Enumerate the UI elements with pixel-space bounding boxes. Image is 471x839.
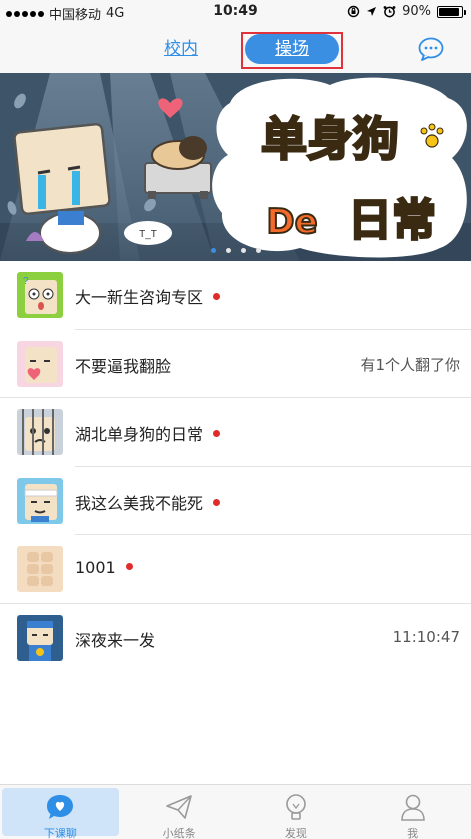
alarm-clock-icon [383,6,396,18]
tab-chat[interactable]: 下课聊 [2,788,119,839]
tab-me[interactable]: 我 [354,785,471,839]
tab-label: 发现 [284,827,307,839]
paper-plane-icon [164,792,194,822]
unread-dot-icon [213,498,221,506]
tab-campus[interactable]: 校内 [150,34,212,64]
superhero-avatar [17,614,63,661]
chat-room-name: 湖北单身狗的日常 [75,425,204,444]
chat-room-name: 1001 [75,558,116,577]
chat-room-meta: 有1个人翻了你 [360,355,460,374]
tab-label: 我 [407,827,419,839]
status-bar: 中国移动 4G 10:49 90% [0,0,471,24]
banner-emoticon: T_T [139,229,157,240]
heart-face-avatar [17,340,63,387]
chat-room-name: 深夜来一发 [75,630,156,650]
banner-title-main: 单身狗 [261,112,399,166]
page-dot[interactable] [240,248,246,253]
message-bubble-icon[interactable] [418,37,444,61]
tab-notes[interactable]: 小纸条 [121,785,238,839]
tab-label: 小纸条 [162,827,196,839]
page-dot[interactable] [210,248,216,253]
person-icon [398,792,428,822]
chat-room-name: 大一新生咨询专区 [75,288,204,307]
battery-icon [437,5,466,18]
chat-room-row[interactable]: 湖北单身狗的日常 [0,398,471,467]
page-dot[interactable] [255,248,261,253]
chat-heart-icon [45,792,75,822]
battery-percent: 90% [402,4,431,19]
chat-room-name: 不要逼我翻脸 [75,356,172,376]
tab-label: 下课聊 [43,827,77,839]
chat-room-row[interactable]: 深夜来一发 11:10:47 [0,604,471,673]
chat-room-row[interactable]: ? 大一新生咨询专区 [0,261,471,330]
chat-room-row[interactable]: 不要逼我翻脸 有1个人翻了你 [0,330,471,398]
rotation-lock-icon [347,5,360,18]
chat-room-row[interactable]: 我这么美我不能死 [0,467,471,535]
svg-text:?: ? [23,276,29,287]
unread-dot-icon [213,293,221,300]
promo-banner[interactable]: T_T 单身狗 De 日常 [0,73,471,261]
tab-discover[interactable]: 发现 [238,785,355,839]
banner-illustration: T_T 单身狗 De 日常 [0,73,471,261]
top-navigation: 校内 操场 [0,24,471,73]
chat-room-row[interactable]: 1001 [0,535,471,604]
shocked-face-avatar: ? [17,272,63,318]
banner-title-sub: 日常 [348,195,436,246]
lightbulb-icon [281,792,311,822]
chat-room-list: ? 大一新生咨询专区 不要逼我翻脸 有1个人翻了你湖北单身狗的日常 我这么美我不能死 10… [0,261,471,672]
location-arrow-icon [367,7,377,16]
banner-title-latin: De [266,202,317,242]
caged-face-avatar [17,409,63,455]
unread-dot-icon [125,563,133,570]
tab-playground[interactable]: 操场 [245,34,339,64]
chat-room-name: 我这么美我不能死 [75,493,204,513]
banner-page-indicator[interactable] [0,248,471,253]
bottom-tab-bar: 下课聊 小纸条 发现 我 [0,784,471,839]
chat-room-meta: 11:10:47 [392,627,460,646]
unread-dot-icon [213,430,221,437]
page-dot[interactable] [225,248,231,253]
bandaged-face-avatar [17,477,63,524]
abs-avatar [17,546,63,592]
